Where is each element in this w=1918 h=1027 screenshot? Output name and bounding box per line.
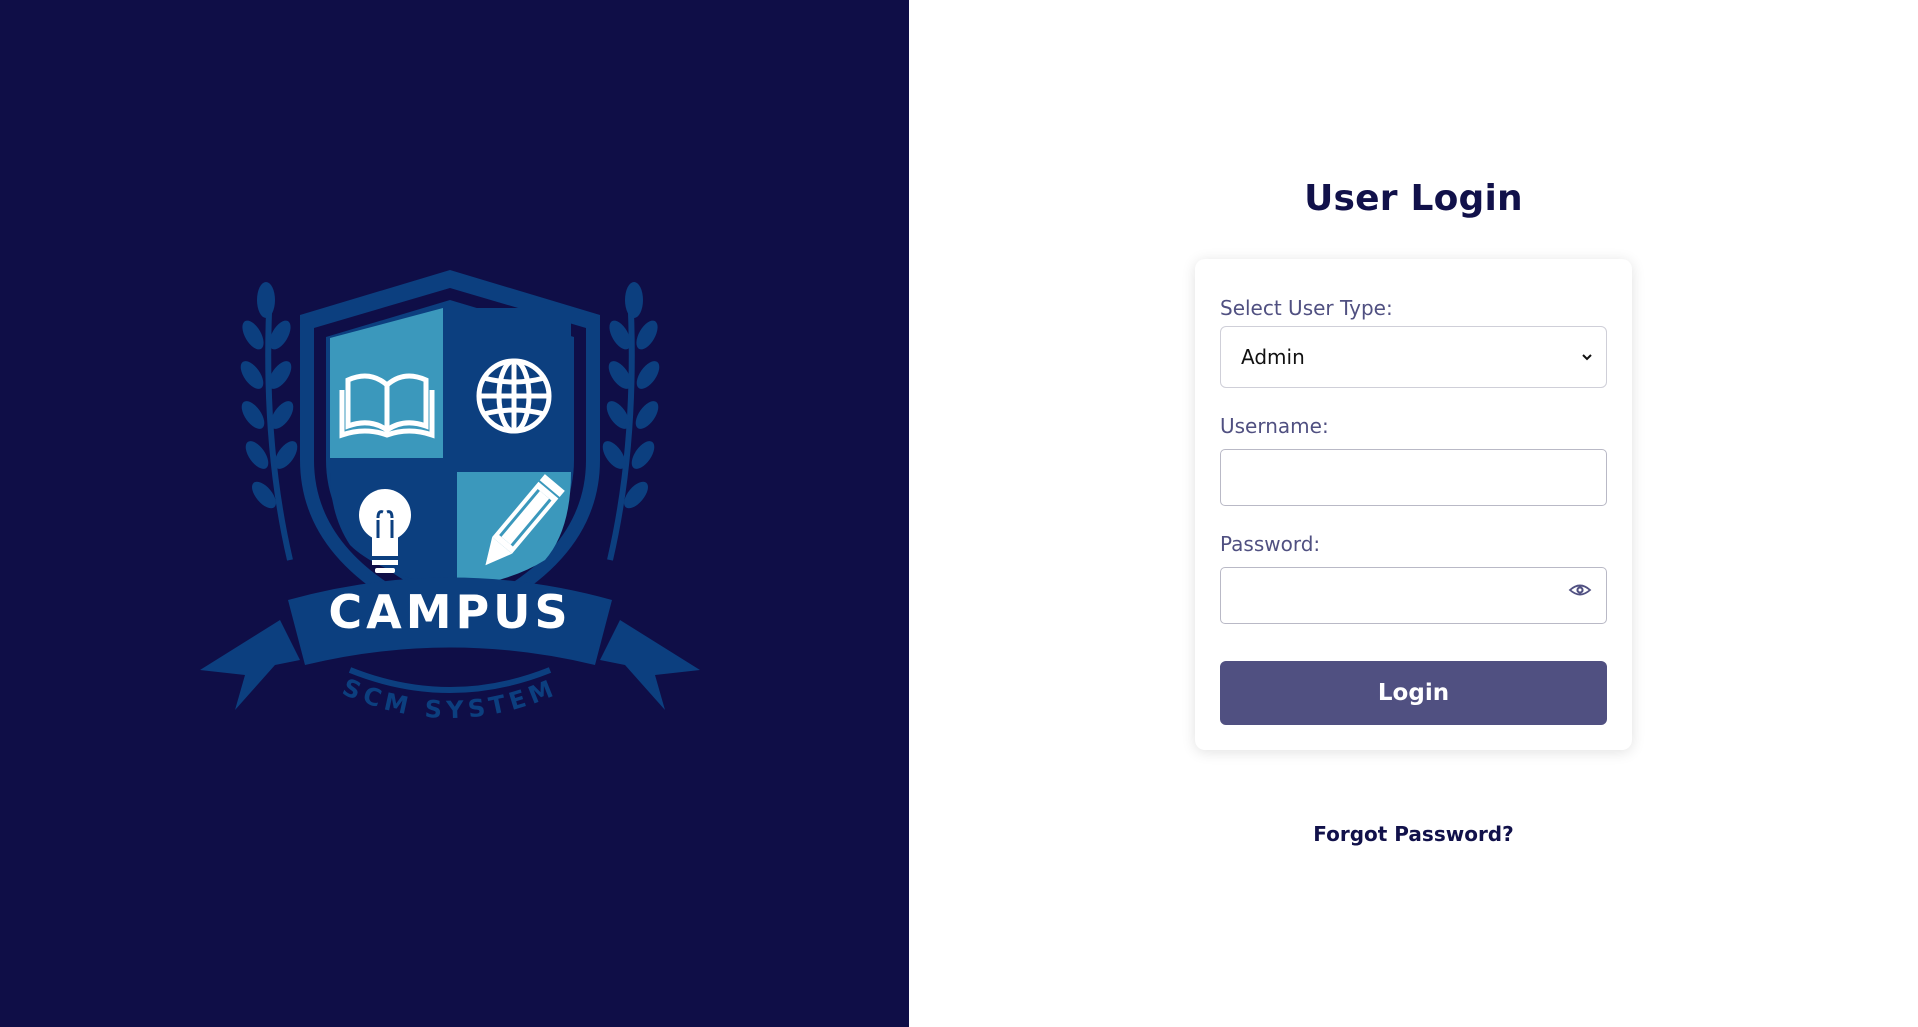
logo-text: CAMPUS [328,585,571,639]
page: CAMPUS SCM SYSTEM User Login Select User… [0,0,1918,1027]
globe-icon [476,358,552,434]
username-input[interactable] [1220,449,1607,506]
campus-logo: CAMPUS SCM SYSTEM [200,270,700,724]
user-type-select[interactable]: Admin [1220,326,1607,388]
laurel-right-icon [602,282,660,561]
login-panel: User Login Select User Type: Admin Usern… [909,0,1918,1027]
password-input[interactable] [1220,567,1607,624]
laurel-left-icon [240,282,298,561]
branding-panel: CAMPUS SCM SYSTEM [0,0,909,1027]
forgot-password-link[interactable]: Forgot Password? [1195,822,1632,846]
chevron-down-icon [1582,354,1592,361]
password-label: Password: [1220,532,1321,556]
page-title: User Login [1304,178,1523,219]
username-label: Username: [1220,414,1329,438]
login-button[interactable]: Login [1220,661,1607,725]
login-card: Select User Type: Admin Username: Passwo… [1195,259,1632,750]
user-type-value: Admin [1241,345,1305,369]
user-type-label: Select User Type: [1220,296,1393,320]
eye-icon[interactable] [1568,582,1592,598]
